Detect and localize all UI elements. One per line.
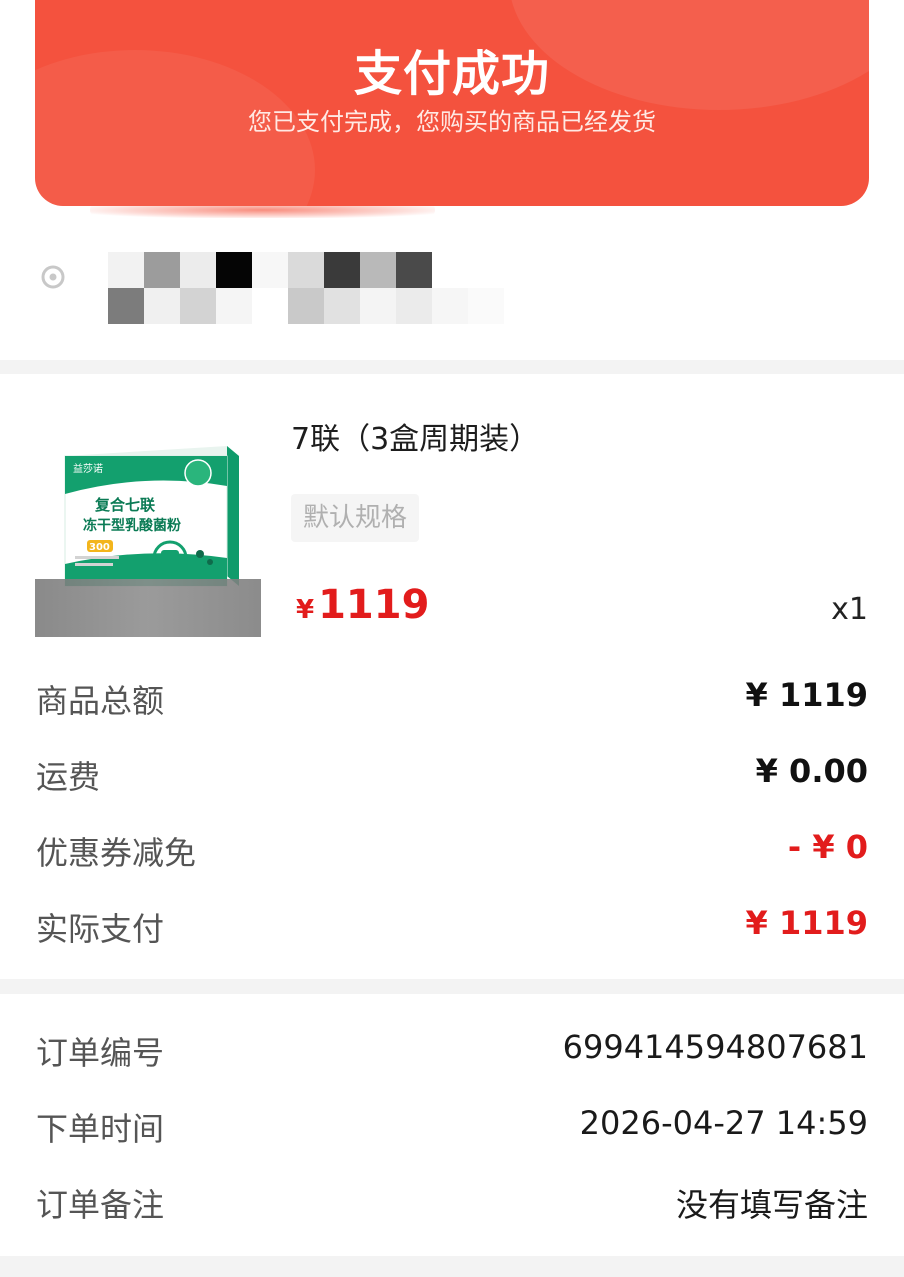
coupon-discount-label: 优惠券减免 [36,834,197,872]
image-overlay [35,579,261,637]
shipping-fee-value: ¥ 0.00 [755,752,868,790]
order-note-label: 订单备注 [36,1186,165,1224]
actual-payment-row: 实际支付 ¥ 1119 [36,904,868,948]
coupon-discount-value: - ¥ 0 [787,828,868,866]
payment-success-title: 支付成功 [353,46,550,102]
order-time-row: 下单时间 2026-04-27 14:59 [36,1104,868,1148]
svg-text:冻干型乳酸菌粉: 冻干型乳酸菌粉 [83,517,181,534]
order-time-value: 2026-04-27 14:59 [579,1104,868,1142]
shipping-fee-label: 运费 [36,758,101,796]
payment-success-banner: 支付成功 您已支付完成，您购买的商品已经发货 [35,0,869,206]
product-price: ¥1119 [296,582,429,628]
order-info-card: 订单编号 699414594807681 下单时间 2026-04-27 14:… [0,994,904,1256]
product-spec-tag: 默认规格 [291,494,420,542]
price-amount: 1119 [318,582,430,628]
order-note-value: 没有填写备注 [675,1186,868,1224]
payment-success-subtitle: 您已支付完成，您购买的商品已经发货 [248,108,656,136]
svg-text:复合七联: 复合七联 [94,496,156,514]
goods-total-label: 商品总额 [36,682,165,720]
shipping-address[interactable] [36,250,536,330]
currency-symbol: ¥ [296,595,315,625]
goods-total-value: ¥ 1119 [745,676,868,714]
redacted-address-mosaic [108,252,508,326]
order-time-label: 下单时间 [36,1110,165,1148]
order-note-row: 订单备注 没有填写备注 [36,1180,868,1224]
product-quantity: x1 [831,592,868,627]
svg-text:300: 300 [89,542,110,553]
product-card: 益莎诺 复合七联 冻干型乳酸菌粉 300 7联（3盒周期装） 默认规格 ¥111… [0,374,904,979]
actual-payment-label: 实际支付 [36,910,165,948]
product-name[interactable]: 7联（3盒周期装） [291,414,539,458]
goods-total-row: 商品总额 ¥ 1119 [36,676,868,720]
actual-payment-value: ¥ 1119 [745,904,868,942]
product-image[interactable]: 益莎诺 复合七联 冻干型乳酸菌粉 300 [35,446,261,637]
shipping-fee-row: 运费 ¥ 0.00 [36,752,868,796]
order-number-label: 订单编号 [36,1034,165,1072]
order-number-row: 订单编号 699414594807681 [36,1028,868,1072]
order-number-value[interactable]: 699414594807681 [563,1028,868,1066]
coupon-discount-row: 优惠券减免 - ¥ 0 [36,828,868,872]
location-pin-icon [41,265,65,289]
svg-text:益莎诺: 益莎诺 [73,462,103,475]
